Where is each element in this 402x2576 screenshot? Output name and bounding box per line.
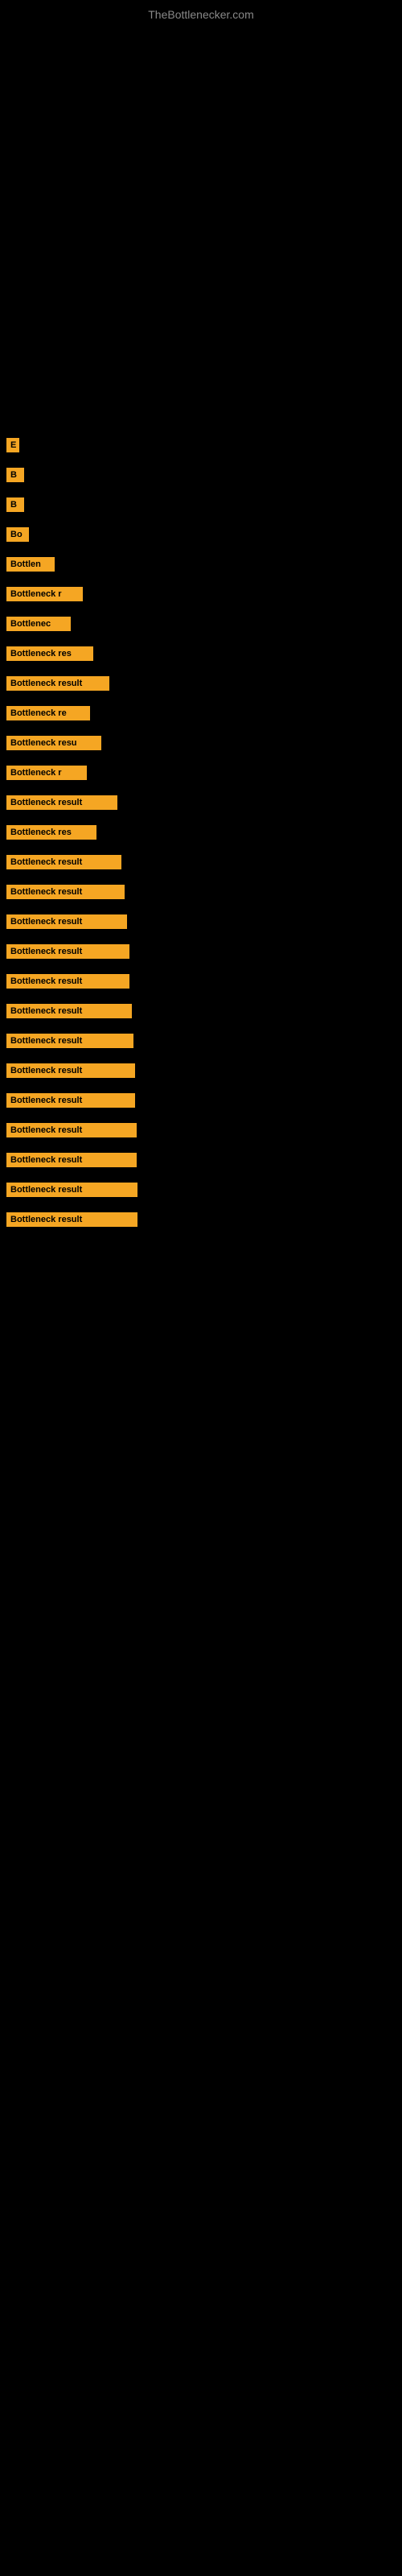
result-bar: Bottleneck result bbox=[6, 885, 125, 899]
bar-row: Bottleneck result bbox=[6, 974, 402, 993]
bar-row: B bbox=[6, 468, 402, 486]
bar-row: E bbox=[6, 438, 402, 456]
result-bar: Bottleneck res bbox=[6, 825, 96, 840]
bar-row: Bottleneck resu bbox=[6, 736, 402, 754]
bar-row: Bottleneck result bbox=[6, 1004, 402, 1022]
result-bar: B bbox=[6, 497, 24, 512]
result-bar: Bottleneck resu bbox=[6, 736, 101, 750]
bar-row: Bottleneck res bbox=[6, 825, 402, 844]
result-bar: Bottleneck result bbox=[6, 676, 109, 691]
bar-row: Bottleneck result bbox=[6, 914, 402, 933]
result-bar: Bottleneck r bbox=[6, 587, 83, 601]
bar-section-tiny: E bbox=[0, 438, 402, 456]
bar-row: Bottleneck result bbox=[6, 1212, 402, 1231]
result-bar: E bbox=[6, 438, 19, 452]
site-title: TheBottlenecker.com bbox=[0, 0, 402, 27]
bar-row: Bottlenec bbox=[6, 617, 402, 635]
result-bar: Bo bbox=[6, 527, 29, 542]
result-bar: Bottleneck result bbox=[6, 1212, 137, 1227]
result-bar: Bottleneck result bbox=[6, 914, 127, 929]
page-wrapper: TheBottlenecker.com E B B Bo Bottlen Bot… bbox=[0, 0, 402, 2576]
bar-row: Bo bbox=[6, 527, 402, 546]
bar-row: B bbox=[6, 497, 402, 516]
result-bar: Bottleneck result bbox=[6, 1034, 133, 1048]
result-bar: Bottleneck re bbox=[6, 706, 90, 720]
result-bar: Bottleneck result bbox=[6, 1183, 137, 1197]
result-bar: Bottleneck res bbox=[6, 646, 93, 661]
bar-row: Bottlen bbox=[6, 557, 402, 576]
result-bar: B bbox=[6, 468, 24, 482]
bar-row: Bottleneck result bbox=[6, 676, 402, 695]
bar-section-small: B B Bo Bottlen Bottleneck r Bottlenec Bo… bbox=[0, 468, 402, 1231]
bar-row: Bottleneck res bbox=[6, 646, 402, 665]
bar-row: Bottleneck result bbox=[6, 1034, 402, 1052]
bar-row: Bottleneck result bbox=[6, 1063, 402, 1082]
bar-row: Bottleneck r bbox=[6, 766, 402, 784]
bar-row: Bottleneck result bbox=[6, 885, 402, 903]
result-bar: Bottleneck result bbox=[6, 1153, 137, 1167]
bar-row: Bottleneck result bbox=[6, 1153, 402, 1171]
bar-row: Bottleneck re bbox=[6, 706, 402, 724]
bar-row: Bottleneck r bbox=[6, 587, 402, 605]
result-bar: Bottleneck result bbox=[6, 855, 121, 869]
bar-row: Bottleneck result bbox=[6, 1183, 402, 1201]
bar-row: Bottleneck result bbox=[6, 855, 402, 873]
result-bar: Bottleneck result bbox=[6, 974, 129, 989]
result-bar: Bottleneck result bbox=[6, 795, 117, 810]
result-bar: Bottleneck result bbox=[6, 1004, 132, 1018]
bar-row: Bottleneck result bbox=[6, 1093, 402, 1112]
bar-row: Bottleneck result bbox=[6, 1123, 402, 1141]
result-bar: Bottleneck result bbox=[6, 944, 129, 959]
result-bar: Bottleneck result bbox=[6, 1123, 137, 1137]
bar-row: Bottleneck result bbox=[6, 944, 402, 963]
result-bar: Bottleneck result bbox=[6, 1063, 135, 1078]
bar-row: Bottleneck result bbox=[6, 795, 402, 814]
result-bar: Bottleneck result bbox=[6, 1093, 135, 1108]
result-bar: Bottleneck r bbox=[6, 766, 87, 780]
result-bar: Bottlen bbox=[6, 557, 55, 572]
chart-area bbox=[0, 27, 402, 430]
result-bar: Bottlenec bbox=[6, 617, 71, 631]
